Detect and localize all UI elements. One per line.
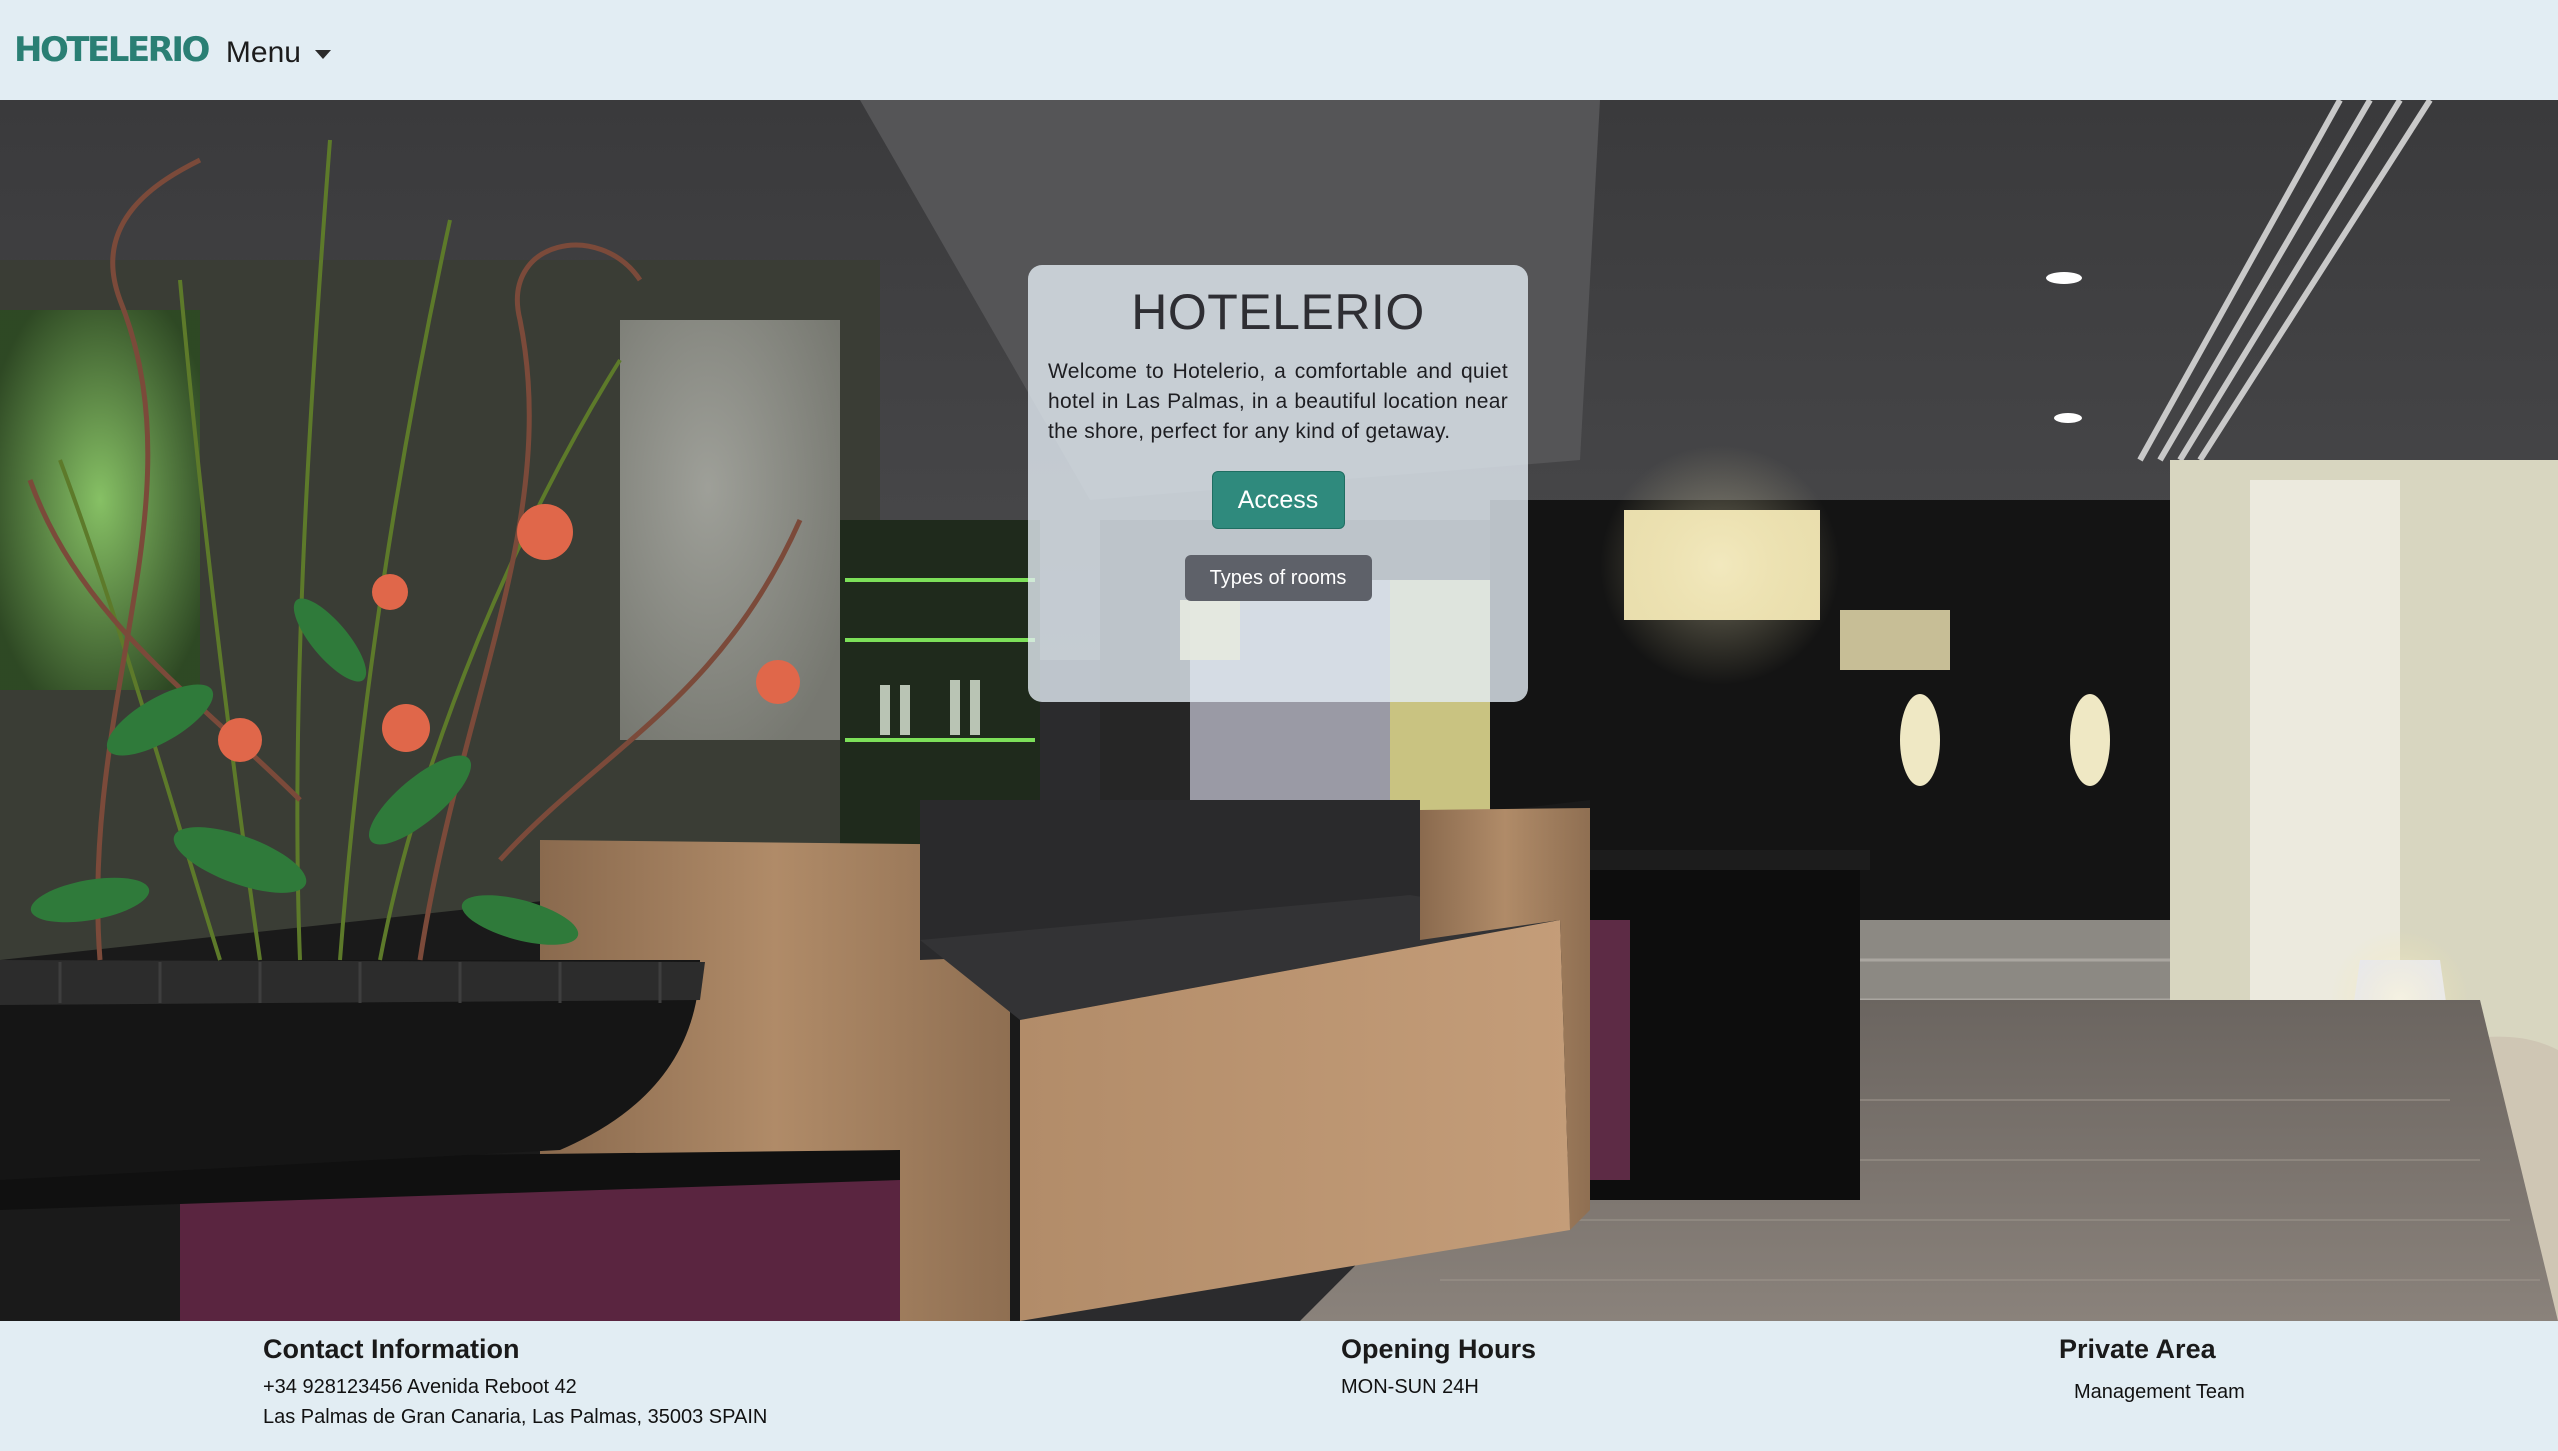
card-description: Welcome to Hotelerio, a comfortable and … (1048, 360, 1508, 443)
types-of-rooms-button[interactable]: Types of rooms (1184, 555, 1372, 601)
management-team-link[interactable]: Management Team (2074, 1381, 2245, 1404)
menu-label: Menu (225, 36, 301, 69)
hours-title: Opening Hours (1341, 1334, 1536, 1364)
brand-logo[interactable]: HOTELERIO (14, 30, 210, 70)
contact-title: Contact Information (263, 1334, 520, 1364)
access-button[interactable]: Access (1211, 471, 1345, 529)
hours-section: Opening Hours MON-SUN 24H (1341, 1332, 1536, 1399)
welcome-card: HOTELERIO Welcome to Hotelerio, a comfor… (1028, 265, 1528, 702)
footer: Contact Information +34 928123456 Avenid… (0, 1321, 2558, 1451)
private-area-section: Private Area Management Team (2059, 1332, 2245, 1404)
caret-down-icon (314, 49, 331, 59)
card-title: HOTELERIO (1131, 284, 1425, 340)
private-area-title: Private Area (2059, 1334, 2216, 1364)
contact-city: Las Palmas de Gran Canaria, Las Palmas, … (263, 1406, 768, 1429)
hero-image: HOTELERIO Welcome to Hotelerio, a comfor… (0, 100, 2558, 1321)
navbar: HOTELERIO Menu (0, 0, 2558, 100)
contact-section: Contact Information +34 928123456 Avenid… (263, 1332, 767, 1429)
contact-phone-address: +34 928123456 Avenida Reboot 42 (263, 1376, 577, 1399)
hours-schedule: MON-SUN 24H (1341, 1376, 1479, 1399)
menu-dropdown-toggle[interactable]: Menu (226, 36, 331, 70)
